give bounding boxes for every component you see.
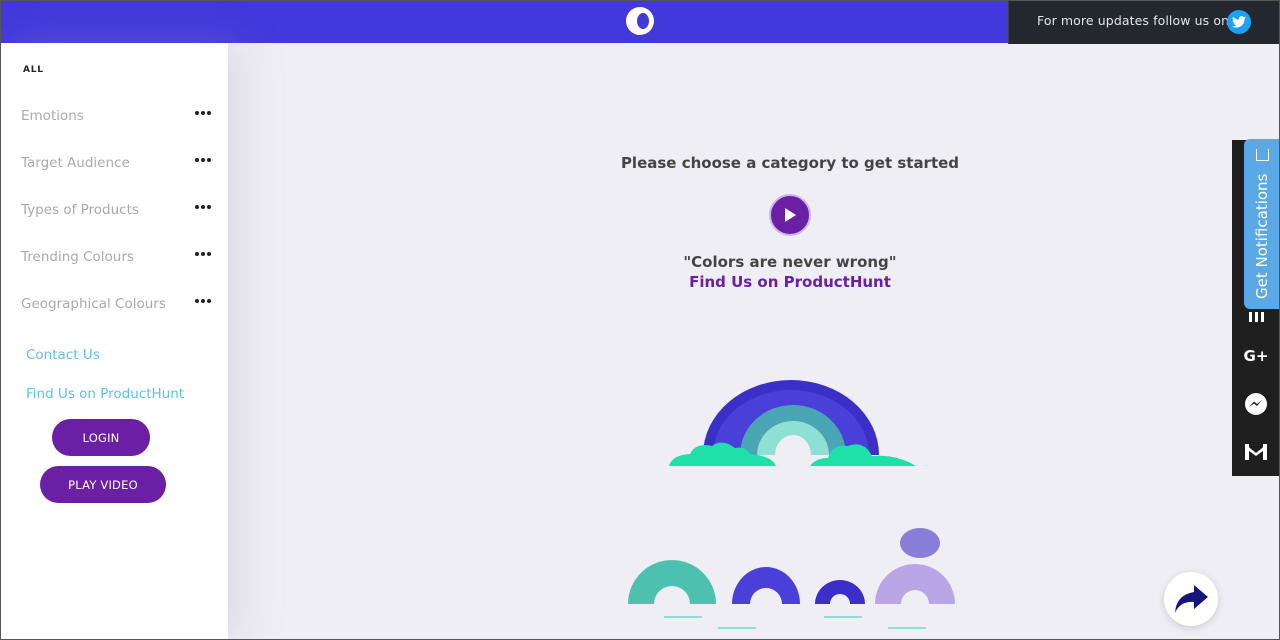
login-button[interactable]: LOGIN: [52, 419, 150, 456]
more-dots-icon[interactable]: [195, 205, 211, 209]
sidebar: ALL Emotions Target Audience Types of Pr…: [0, 43, 228, 640]
play-icon: [785, 208, 796, 222]
sidebar-item-emotions[interactable]: Emotions: [21, 105, 217, 129]
google-plus-icon[interactable]: G+: [1232, 332, 1280, 380]
follow-banner: For more updates follow us on: [1008, 0, 1280, 44]
get-notifications-tab[interactable]: Get Notifications: [1244, 139, 1280, 309]
notification-icon: [1256, 149, 1269, 161]
play-button[interactable]: [769, 194, 811, 236]
sidebar-item-label: Emotions: [21, 108, 84, 124]
sidebar-item-target-audience[interactable]: Target Audience: [21, 152, 217, 176]
messenger-icon[interactable]: [1232, 380, 1280, 428]
sidebar-item-label: Trending Colours: [21, 249, 134, 265]
page-heading: Please choose a category to get started: [620, 154, 960, 172]
moon-logo-icon[interactable]: [626, 7, 654, 35]
sidebar-item-geographical-colours[interactable]: Geographical Colours: [21, 293, 217, 317]
sidebar-item-types-of-products[interactable]: Types of Products: [21, 199, 217, 223]
gmail-icon[interactable]: [1232, 428, 1280, 476]
sidebar-item-label: Types of Products: [21, 202, 139, 218]
more-dots-icon[interactable]: [195, 158, 211, 162]
tagline-quote: "Colors are never wrong": [683, 253, 897, 271]
sidebar-item-label: Target Audience: [21, 155, 130, 171]
share-arrow-icon: [1175, 585, 1208, 613]
more-dots-icon[interactable]: [195, 111, 211, 115]
share-button[interactable]: [1164, 572, 1218, 626]
producthunt-main-link[interactable]: Find Us on ProductHunt: [590, 273, 990, 291]
rainbow-illustration: [669, 380, 916, 466]
producthunt-link[interactable]: Find Us on ProductHunt: [26, 386, 184, 402]
twitter-icon[interactable]: [1227, 10, 1251, 34]
small-rainbows-illustration: [628, 528, 955, 629]
get-notifications-label: Get Notifications: [1253, 173, 1271, 299]
contact-us-link[interactable]: Contact Us: [26, 347, 100, 363]
follow-text: For more updates follow us on: [1037, 13, 1230, 28]
top-bar: For more updates follow us on: [0, 0, 1280, 44]
sidebar-item-label: Geographical Colours: [21, 296, 166, 312]
more-dots-icon[interactable]: [195, 299, 211, 303]
sidebar-item-trending-colours[interactable]: Trending Colours: [21, 246, 217, 270]
sidebar-all-label[interactable]: ALL: [23, 65, 44, 75]
more-dots-icon[interactable]: [195, 252, 211, 256]
play-video-button[interactable]: PLAY VIDEO: [40, 466, 166, 503]
